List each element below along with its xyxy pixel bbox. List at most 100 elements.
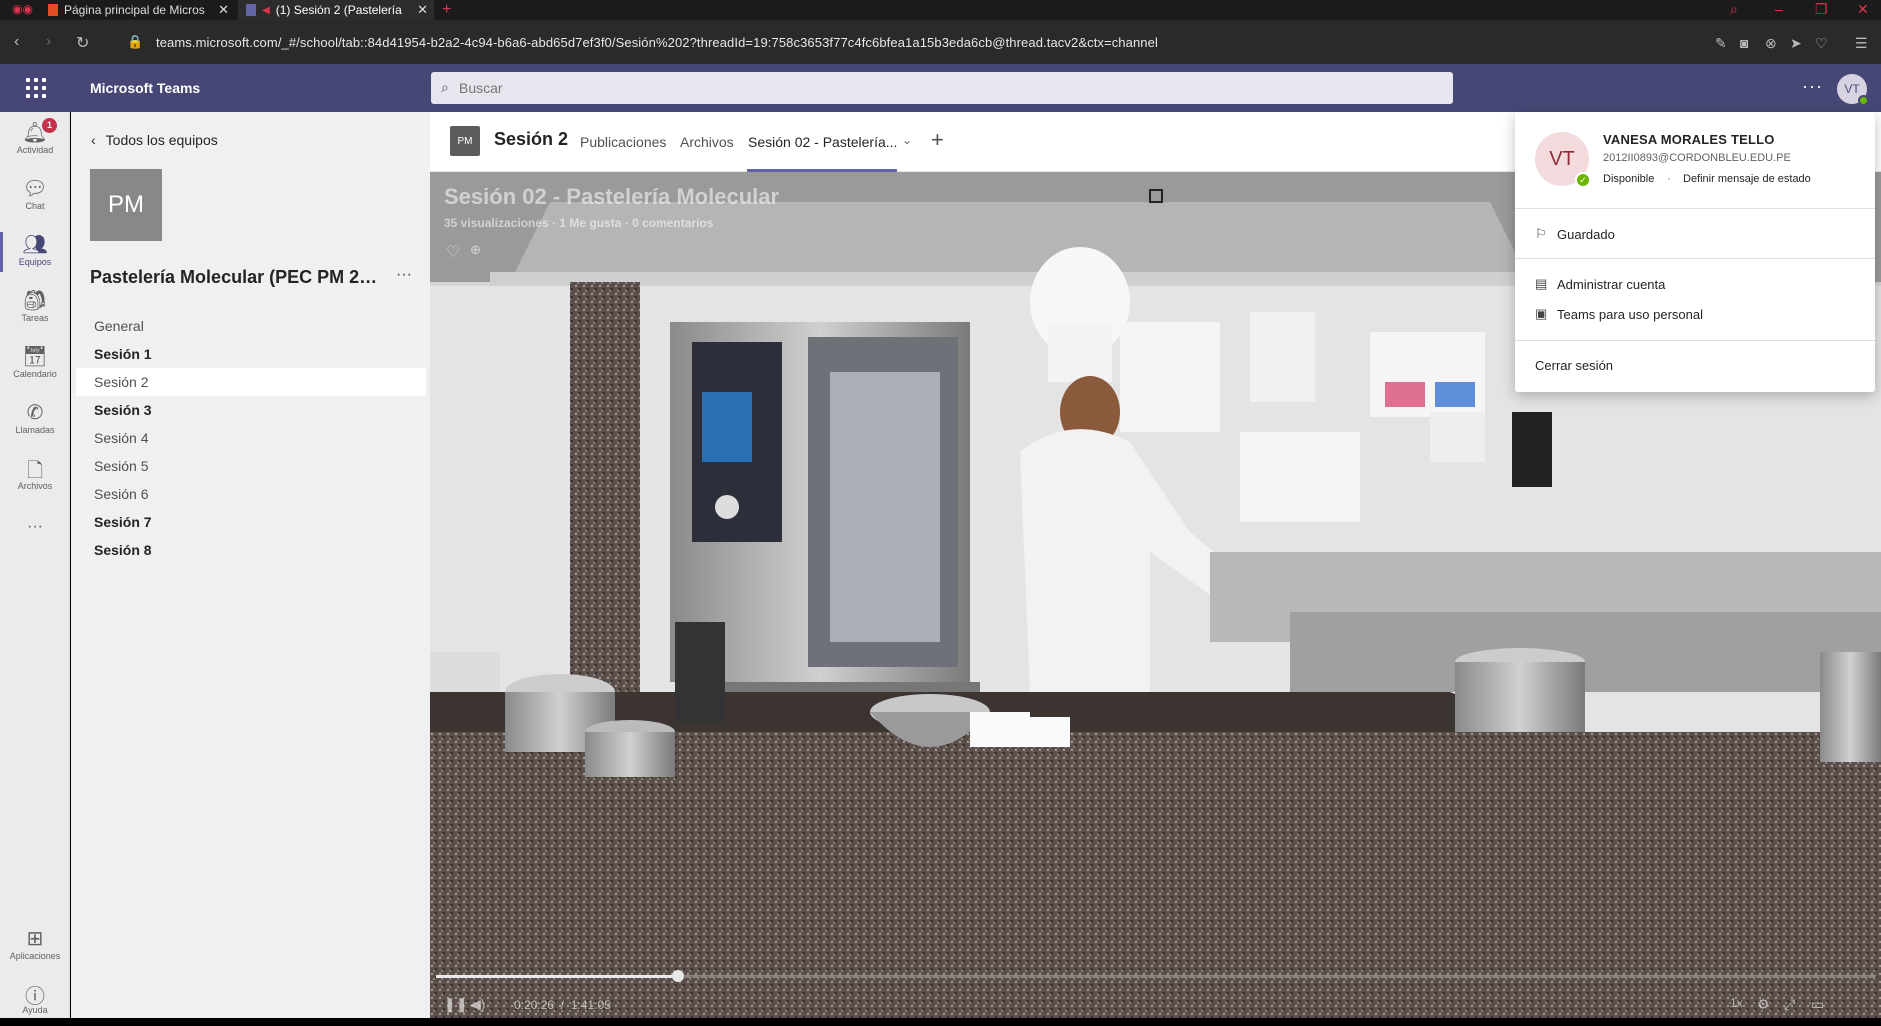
edit-icon[interactable]: ✎	[1715, 35, 1727, 52]
tab-archivos[interactable]: Archivos	[680, 134, 734, 150]
teams-personal-icon: ▣	[1535, 306, 1548, 321]
playback-speed[interactable]: 1x	[1730, 996, 1743, 1010]
fullscreen-icon[interactable]: ⤢	[1784, 996, 1795, 1013]
teams-personal-menu-item[interactable]: ▣ Teams para uso personal	[1535, 306, 1703, 322]
like-icon[interactable]: ♡	[446, 242, 460, 262]
pause-icon[interactable]: ❚❚	[444, 996, 467, 1013]
menu-item-label: Cerrar sesión	[1535, 358, 1614, 373]
app-launcher-icon[interactable]	[26, 78, 46, 98]
avatar[interactable]: VT	[1837, 74, 1869, 106]
team-avatar: PM	[90, 169, 162, 241]
heart-icon[interactable]: ♡	[1815, 35, 1828, 52]
channel-item[interactable]: Sesión 1	[76, 340, 426, 368]
video-stats: 35 visualizaciones · 1 Me gusta · 0 come…	[444, 216, 714, 230]
rail-item-tareas[interactable]: 🎒︎ Tareas	[0, 282, 70, 334]
channel-item[interactable]: Sesión 6	[76, 480, 426, 508]
chat-icon: 💬︎	[22, 178, 48, 200]
bookmark-icon: ⚐	[1535, 226, 1547, 241]
channel-item[interactable]: Sesión 8	[76, 536, 426, 564]
channel-item[interactable]: Sesión 7	[76, 508, 426, 536]
block-icon[interactable]: ⊗	[1765, 35, 1777, 52]
restore-icon[interactable]: ❐	[1815, 1, 1828, 18]
set-status-message-link[interactable]: Definir mensaje de estado	[1683, 173, 1811, 185]
new-tab-icon[interactable]: +	[442, 1, 451, 19]
sign-out-menu-item[interactable]: Cerrar sesión	[1535, 358, 1613, 373]
speaker-icon[interactable]: ◀	[262, 5, 270, 16]
team-name[interactable]: Pastelería Molecular (PEC PM 2022-1)	[90, 267, 385, 288]
current-time: 0:20:26	[514, 998, 555, 1012]
add-to-playlist-icon[interactable]: ⊕	[470, 242, 481, 258]
video-title: Sesión 02 - Pastelería Molecular	[444, 184, 780, 209]
chevron-left-icon: ‹	[91, 132, 96, 148]
add-tab-icon[interactable]: +	[931, 127, 944, 153]
video-progress-bar[interactable]	[436, 970, 1876, 982]
menu-icon[interactable]: ☰	[1855, 35, 1868, 52]
status-dropdown[interactable]: Disponible	[1603, 173, 1654, 185]
teams-icon: 👥︎	[22, 234, 48, 256]
channel-item[interactable]: General	[76, 312, 426, 340]
avatar-initials: VT	[1844, 82, 1860, 96]
team-more-options-icon[interactable]: ···	[396, 266, 412, 284]
more-options-icon[interactable]: ···	[1802, 76, 1823, 97]
all-teams-link[interactable]: ‹ Todos los equipos	[91, 132, 218, 148]
rail-item-aplicaciones[interactable]: ⊞ Aplicaciones	[0, 920, 70, 972]
send-icon[interactable]: ➤	[1790, 35, 1802, 52]
rail-item-ayuda[interactable]: ⓘ Ayuda	[0, 974, 70, 1026]
volume-icon[interactable]: ◀)	[470, 996, 485, 1013]
channel-item[interactable]: Sesión 2	[76, 368, 426, 396]
notification-badge: 1	[42, 118, 57, 133]
teams-favicon-icon	[246, 4, 256, 16]
theater-mode-icon[interactable]: ▭	[1811, 996, 1824, 1013]
tab-publicaciones[interactable]: Publicaciones	[580, 134, 666, 150]
profile-initials: VT	[1549, 147, 1575, 170]
rail-item-calendario[interactable]: 📅︎ Calendario	[0, 338, 70, 390]
phone-icon: ✆	[26, 402, 44, 424]
account-card-icon: ▤	[1535, 276, 1548, 291]
more-apps-button[interactable]: ···	[0, 512, 70, 542]
divider	[1515, 340, 1875, 341]
channel-item[interactable]: Sesión 4	[76, 424, 426, 452]
close-tab-icon[interactable]: ✕	[218, 2, 229, 18]
camera-icon[interactable]: ◙	[1740, 35, 1748, 51]
office-icon	[48, 4, 58, 16]
tab-video[interactable]: Sesión 02 - Pastelería...	[748, 134, 897, 150]
search-input[interactable]	[459, 72, 1439, 104]
browser-tab-2[interactable]: ◀ (1) Sesión 2 (Pastelería ✕	[238, 0, 434, 20]
video-controls: ❚❚ ◀) 0:20:26 / 1:41:05 1x ⚙ ⤢ ▭	[430, 990, 1881, 1018]
saved-menu-item[interactable]: ⚐ Guardado	[1535, 226, 1615, 242]
url-field[interactable]: teams.microsoft.com/_#/school/tab::84d41…	[156, 35, 1158, 50]
manage-account-menu-item[interactable]: ▤ Administrar cuenta	[1535, 276, 1665, 292]
browser-tab-bar: ◉◉ Página principal de Micros ✕ ◀ (1) Se…	[0, 0, 1881, 20]
address-bar: ‹ › ↻ 🔒 teams.microsoft.com/_#/school/ta…	[0, 20, 1881, 64]
rail-item-chat[interactable]: 💬︎ Chat	[0, 170, 70, 222]
search-box[interactable]: ⌕	[431, 72, 1453, 104]
gamepad-icon[interactable]: ◉◉	[12, 2, 33, 16]
rail-item-archivos[interactable]: 🗋 Archivos	[0, 450, 70, 502]
chevron-down-icon[interactable]: ⌄	[902, 133, 912, 147]
channel-item[interactable]: Sesión 3	[76, 396, 426, 424]
reload-icon[interactable]: ↻	[76, 33, 89, 53]
popout-icon[interactable]	[1149, 189, 1163, 203]
forward-icon[interactable]: ›	[46, 33, 51, 51]
time-separator: /	[557, 998, 568, 1012]
close-window-icon[interactable]: ✕	[1857, 1, 1869, 18]
channel-item[interactable]: Sesión 5	[76, 452, 426, 480]
browser-tab-title: (1) Sesión 2 (Pastelería	[275, 3, 402, 17]
rail-item-actividad[interactable]: 🔔︎ Actividad 1	[0, 114, 70, 166]
rail-item-llamadas[interactable]: ✆ Llamadas	[0, 394, 70, 446]
team-panel: ‹ Todos los equipos PM Pastelería Molecu…	[71, 112, 430, 1018]
search-icon: ⌕	[441, 79, 449, 95]
lock-icon[interactable]: 🔒	[127, 34, 143, 50]
video-progress-thumb[interactable]	[671, 970, 684, 982]
menu-item-label: Administrar cuenta	[1557, 276, 1666, 292]
app-title: Microsoft Teams	[90, 80, 201, 96]
settings-icon[interactable]: ⚙	[1757, 996, 1770, 1013]
rail-item-equipos[interactable]: 👥︎ Equipos	[0, 226, 70, 278]
search-icon[interactable]: ⌕	[1730, 1, 1738, 18]
minimize-icon[interactable]: –	[1775, 1, 1783, 17]
back-icon[interactable]: ‹	[14, 33, 19, 51]
profile-name: VANESA MORALES TELLO	[1603, 132, 1775, 147]
available-check-icon: ✓	[1575, 172, 1591, 188]
browser-tab-1[interactable]: Página principal de Micros ✕	[40, 0, 235, 20]
close-tab-icon[interactable]: ✕	[417, 2, 428, 18]
